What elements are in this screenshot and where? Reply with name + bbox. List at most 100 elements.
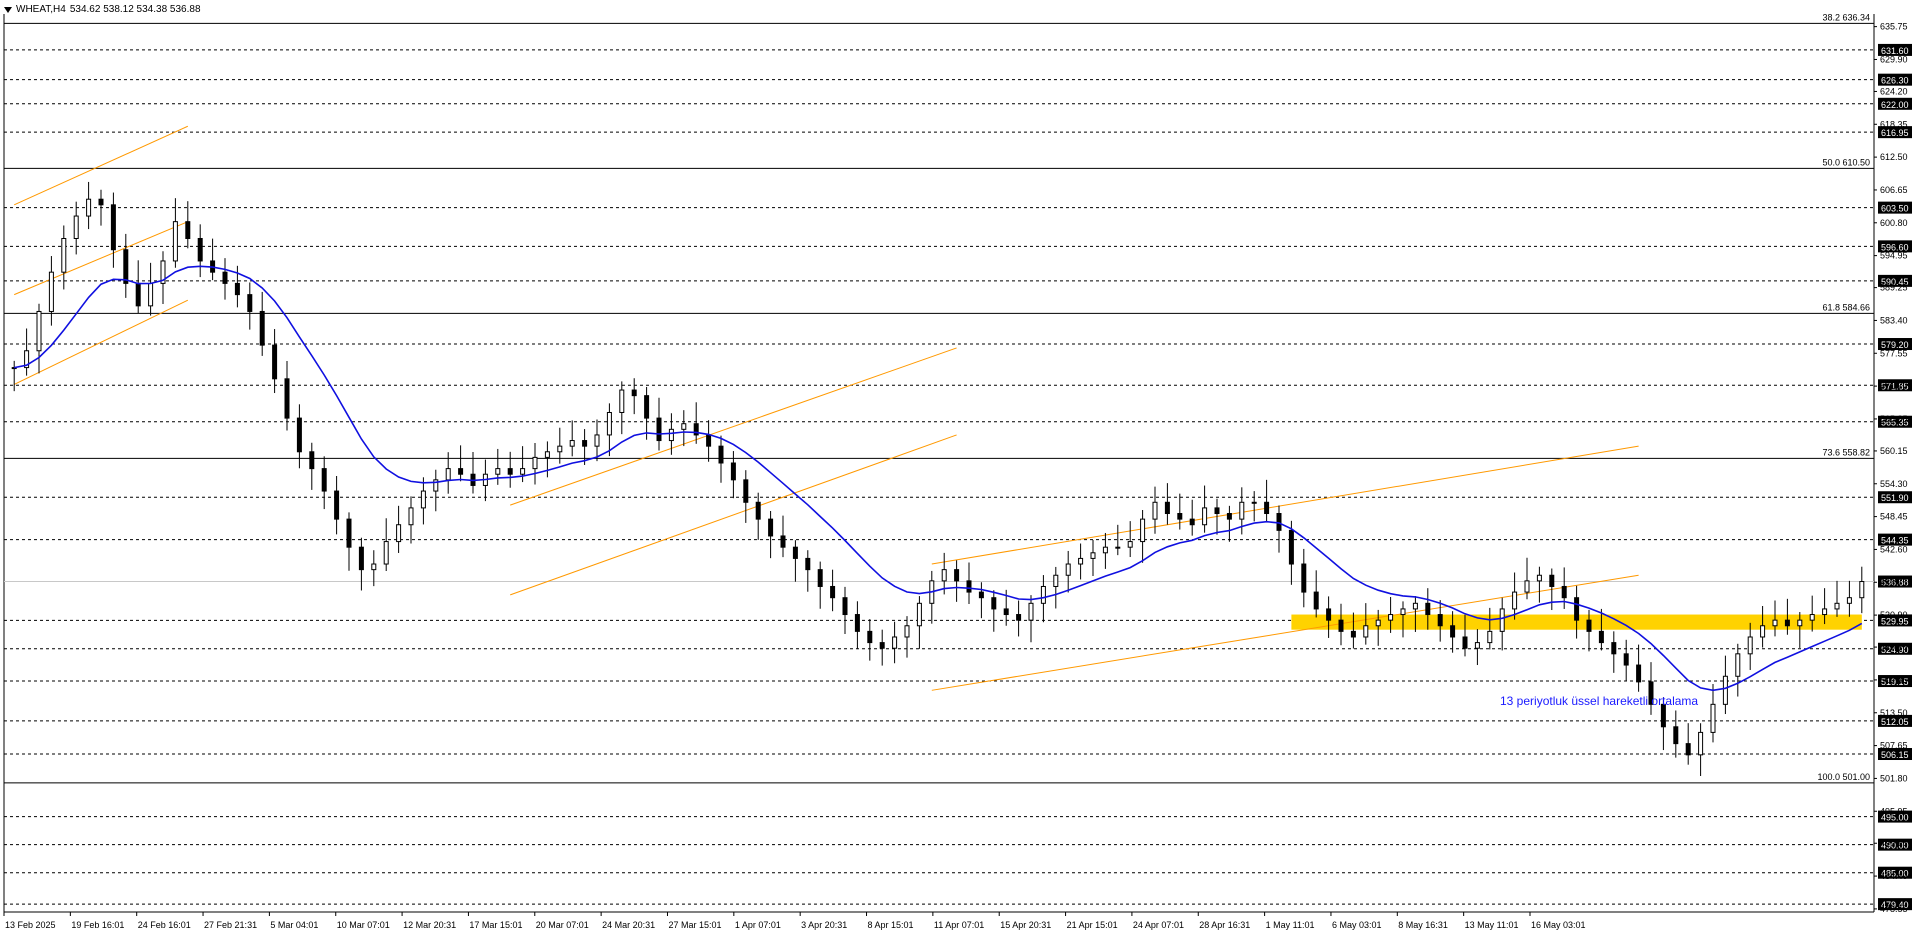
candle bbox=[110, 192, 116, 268]
candle bbox=[1313, 570, 1319, 618]
candle bbox=[1474, 629, 1480, 666]
time-tick-label: 1 Apr 07:01 bbox=[735, 920, 781, 930]
time-tick-label: 28 Apr 16:31 bbox=[1199, 920, 1250, 930]
candle bbox=[1760, 605, 1766, 648]
candle bbox=[371, 550, 377, 587]
time-tick-label: 8 Apr 15:01 bbox=[868, 920, 914, 930]
candle bbox=[854, 601, 860, 649]
time-axis[interactable]: 13 Feb 2025 19 Feb 16:01 24 Feb 16:01 27 Fe… bbox=[3, 912, 1586, 930]
price-tick-label: 629.90 bbox=[1880, 54, 1908, 64]
price-tick-label: 606.65 bbox=[1880, 185, 1908, 195]
candle bbox=[1512, 572, 1518, 620]
price-tag: 551.90 bbox=[1881, 493, 1909, 503]
candle bbox=[148, 262, 154, 316]
candle bbox=[1673, 710, 1679, 758]
candle bbox=[768, 511, 774, 559]
price-chart[interactable]: 38.2 636.34631.60626.30622.00616.9550.0 … bbox=[0, 0, 1916, 936]
candle bbox=[1326, 596, 1332, 638]
price-tick-label: 571.70 bbox=[1880, 381, 1908, 391]
price-tick-label: 501.80 bbox=[1880, 773, 1908, 783]
time-tick-label: 8 May 16:31 bbox=[1398, 920, 1448, 930]
price-tag: 616.95 bbox=[1881, 128, 1909, 138]
time-tick-label: 3 Apr 20:31 bbox=[801, 920, 847, 930]
candle bbox=[1202, 485, 1208, 533]
price-tick-label: 589.25 bbox=[1880, 283, 1908, 293]
price-tick-label: 577.55 bbox=[1880, 348, 1908, 358]
candle bbox=[1574, 585, 1580, 639]
candle bbox=[420, 477, 426, 525]
candle bbox=[24, 328, 30, 376]
candle bbox=[544, 441, 550, 478]
candle bbox=[210, 238, 216, 281]
candle bbox=[1028, 595, 1034, 643]
trend-channels bbox=[13, 125, 1639, 691]
time-tick-label: 5 Mar 04:01 bbox=[270, 920, 318, 930]
time-tick-label: 6 May 03:01 bbox=[1332, 920, 1382, 930]
candle bbox=[1226, 505, 1232, 542]
candle bbox=[644, 386, 650, 440]
price-tick-label: 495.95 bbox=[1880, 806, 1908, 816]
candle bbox=[978, 582, 984, 619]
candle bbox=[842, 586, 848, 635]
price-tick-label: 600.80 bbox=[1880, 218, 1908, 228]
channel-line[interactable] bbox=[931, 445, 1639, 565]
price-tick-label: 519.35 bbox=[1880, 675, 1908, 685]
candle bbox=[1623, 639, 1629, 682]
candle bbox=[594, 419, 600, 462]
candle bbox=[408, 496, 414, 544]
price-tag: 512.05 bbox=[1881, 717, 1909, 727]
candle bbox=[929, 570, 935, 624]
candle bbox=[718, 435, 724, 483]
candle bbox=[1636, 644, 1642, 692]
time-tick-label: 1 May 11:01 bbox=[1266, 920, 1315, 930]
candle bbox=[11, 360, 17, 392]
fib-level-label: 50.0 610.50 bbox=[1822, 157, 1870, 167]
candle bbox=[1499, 597, 1505, 651]
candle bbox=[1710, 684, 1716, 743]
candle bbox=[830, 569, 836, 612]
candle bbox=[780, 515, 786, 558]
candle bbox=[1611, 631, 1617, 673]
candle bbox=[197, 224, 203, 278]
candle bbox=[743, 470, 749, 523]
time-tick-label: 24 Feb 16:01 bbox=[138, 920, 191, 930]
price-tick-label: 490.25 bbox=[1880, 838, 1908, 848]
candle bbox=[135, 260, 141, 314]
time-tick-label: 19 Feb 16:01 bbox=[71, 920, 124, 930]
fib-level-label: 100.0 501.00 bbox=[1817, 772, 1870, 782]
candle bbox=[1264, 479, 1270, 522]
candle bbox=[1102, 532, 1108, 569]
price-tick-label: 618.35 bbox=[1880, 119, 1908, 129]
price-tick-label: 536.75 bbox=[1880, 577, 1908, 587]
candle bbox=[1685, 723, 1691, 765]
candle bbox=[284, 360, 290, 431]
price-tick-label: 594.95 bbox=[1880, 251, 1908, 261]
time-tick-label: 20 Mar 07:01 bbox=[536, 920, 589, 930]
candle bbox=[185, 201, 191, 249]
time-tick-label: 27 Mar 15:01 bbox=[668, 920, 721, 930]
candle bbox=[1338, 603, 1344, 646]
candle bbox=[396, 505, 402, 553]
candle bbox=[1016, 600, 1022, 637]
candle bbox=[272, 329, 278, 394]
candle bbox=[507, 451, 513, 488]
candle bbox=[458, 445, 464, 482]
price-axis[interactable]: 635.75 629.90 624.20 618.35 612.50 606.65 600.… bbox=[1874, 22, 1908, 914]
candle bbox=[36, 303, 42, 374]
candle bbox=[1859, 566, 1865, 614]
candle bbox=[693, 402, 699, 444]
horizontal-levels: 38.2 636.34631.60626.30622.00616.9550.0 … bbox=[3, 12, 1912, 913]
price-tick-label: 560.15 bbox=[1880, 446, 1908, 456]
candle bbox=[259, 291, 265, 356]
time-tick-label: 13 Feb 2025 bbox=[5, 920, 56, 930]
candle bbox=[755, 492, 761, 540]
time-tick-label: 17 Mar 15:01 bbox=[469, 920, 522, 930]
candle bbox=[966, 562, 972, 604]
candle bbox=[247, 282, 253, 330]
candle bbox=[1735, 643, 1741, 697]
candle bbox=[1437, 600, 1443, 642]
candle bbox=[991, 590, 997, 632]
candle bbox=[86, 181, 92, 230]
price-tick-label: 542.60 bbox=[1880, 544, 1908, 554]
channel-line[interactable] bbox=[931, 574, 1639, 691]
